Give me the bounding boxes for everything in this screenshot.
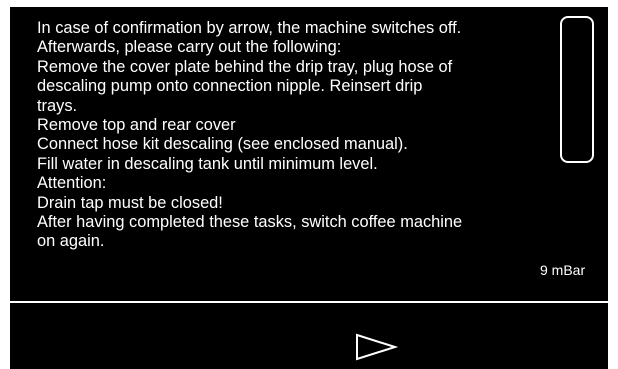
right-arrow-outline-icon (356, 333, 399, 361)
instruction-line: After having completed these tasks, swit… (37, 213, 463, 232)
confirm-arrow-button[interactable] (355, 333, 399, 361)
instruction-line: Remove the cover plate behind the drip t… (37, 57, 453, 76)
instruction-line: Fill water in descaling tank until minim… (37, 154, 378, 173)
scrollbar[interactable] (560, 16, 594, 163)
descaling-instructions: In case of confirmation by arrow, the ma… (37, 19, 547, 252)
instruction-line: Attention: (37, 174, 107, 193)
machine-display: In case of confirmation by arrow, the ma… (10, 7, 608, 369)
instruction-line: descaling pump onto connection nipple. R… (37, 77, 423, 96)
instruction-line: Remove top and rear cover (37, 116, 236, 135)
instruction-line: In case of confirmation by arrow, the ma… (37, 19, 462, 37)
pressure-readout: 9 mBar (540, 262, 586, 278)
instruction-line: trays. (37, 96, 78, 115)
instruction-line: Connect hose kit descaling (see enclosed… (37, 135, 408, 154)
instruction-line: Afterwards, please carry out the followi… (37, 38, 342, 57)
instruction-line: on again. (37, 232, 105, 251)
instruction-line: Drain tap must be closed! (37, 193, 223, 212)
divider (10, 301, 608, 303)
